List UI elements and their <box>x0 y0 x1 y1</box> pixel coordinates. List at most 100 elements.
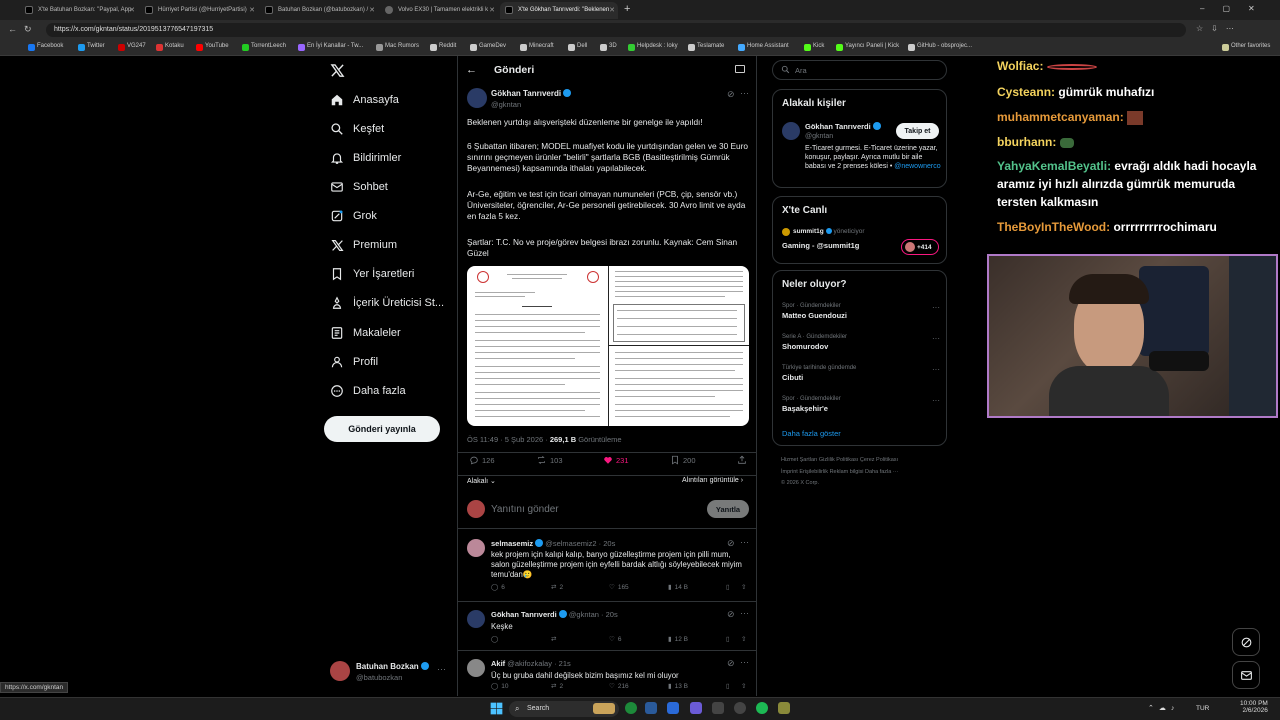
bookmark-item[interactable]: Minecraft <box>520 43 554 51</box>
browser-tab[interactable]: X'te Batuhan Bozkan: "Paypal, App ✕ <box>20 2 138 19</box>
taskbar-search[interactable]: ⌕ Search <box>509 701 619 717</box>
close-icon[interactable]: ✕ <box>129 6 135 14</box>
bookmark-item[interactable]: Teslamate <box>688 43 724 51</box>
messages-float-button[interactable] <box>1232 661 1260 689</box>
reply-item[interactable]: Gökhan Tanrıverdi @gkntan · 20s ⊘ ··· Ke… <box>458 602 756 652</box>
reader-icon[interactable] <box>735 65 745 73</box>
more-icon[interactable]: ··· <box>437 664 446 674</box>
grok-icon[interactable]: ⊘ <box>727 89 735 100</box>
nav-notifications[interactable]: Bildirimler <box>330 147 401 169</box>
reply-button[interactable]: Yanıtla <box>707 500 749 518</box>
follow-button[interactable]: Takip et <box>896 123 939 139</box>
bookmark-item[interactable]: Facebook <box>28 43 63 51</box>
bookmark-item[interactable]: TorrentLeech <box>242 43 286 51</box>
document-image-2[interactable] <box>609 266 749 345</box>
back-arrow-icon[interactable]: ← <box>466 64 477 76</box>
bookmark-item[interactable]: Reddit <box>430 43 456 51</box>
reply-avatar[interactable] <box>467 539 485 557</box>
nav-grok[interactable]: Grok <box>330 205 377 227</box>
person-name[interactable]: Gökhan Tanrıverdi <box>805 122 881 131</box>
share-icon[interactable]: ⇧ <box>741 682 746 690</box>
like-action[interactable]: ♡ 6 <box>609 635 621 644</box>
reply-item[interactable]: Akif @akifozkalay · 21s ⊘ ··· Üç bu grub… <box>458 651 756 696</box>
nav-bookmarks[interactable]: Yer İşaretleri <box>330 263 414 285</box>
close-icon[interactable]: ✕ <box>369 6 375 14</box>
nav-chat[interactable]: Sohbet <box>330 176 388 198</box>
app-icon[interactable] <box>667 702 679 714</box>
footer-links[interactable]: Hizmet Şartları Gizlilik Politikası Çere… <box>781 457 898 463</box>
refresh-icon[interactable]: ↻ <box>24 24 32 35</box>
views-action[interactable]: ▮ 12 B <box>668 635 688 644</box>
bookmark-item[interactable]: Twitter <box>78 43 105 51</box>
bookmark-item[interactable]: Yayıncı Paneli | Kick <box>836 43 899 51</box>
trend-item[interactable]: Türkiye tarihinde gündemde Cibuti ··· <box>782 365 940 382</box>
more-icon[interactable]: ··· <box>740 88 749 98</box>
nav-creator-studio[interactable]: İçerik Üreticisi St... <box>330 292 444 314</box>
reply-item[interactable]: selmasemiz @selmasemiz2 · 20s ⊘ ··· kek … <box>458 529 756 603</box>
browser-tab[interactable]: Batuhan Bozkan (@batubozkan) / ✕ <box>260 2 378 19</box>
account-switcher[interactable]: Batuhan Bozkan @batubozkan ··· <box>330 661 450 685</box>
nav-more[interactable]: Daha fazla <box>330 380 406 402</box>
bookmark-item[interactable]: Home Assistant <box>738 43 789 51</box>
bookmark-item[interactable]: Mac Rumors <box>376 43 419 51</box>
repost-action[interactable]: ⇄ 2 <box>551 583 563 592</box>
more-icon[interactable]: ··· <box>932 303 940 312</box>
reply-action[interactable]: ◯ 6 <box>491 583 505 592</box>
discord-icon[interactable] <box>690 702 702 714</box>
bookmark-item[interactable]: 3D <box>600 43 617 51</box>
nav-premium[interactable]: Premium <box>330 234 397 256</box>
reply-action[interactable]: ◯ 10 <box>491 682 509 691</box>
live-card[interactable]: X'te Canlı summit1g yöneticiyor Gaming -… <box>772 196 947 264</box>
bookmark-item[interactable]: Kick <box>804 43 824 51</box>
document-image-3[interactable] <box>609 346 749 426</box>
search-box[interactable]: Ara <box>772 60 947 80</box>
close-icon[interactable]: ✕ <box>249 6 255 14</box>
share-icon[interactable] <box>737 455 747 465</box>
more-icon[interactable]: ··· <box>740 537 749 547</box>
more-icon[interactable]: ··· <box>740 608 749 618</box>
grok-float-button[interactable] <box>1232 628 1260 656</box>
new-tab-button[interactable]: + <box>624 3 630 15</box>
post-media[interactable] <box>467 266 749 426</box>
close-icon[interactable]: ✕ <box>609 6 615 14</box>
bookmark-item[interactable]: Helpdesk : loky <box>628 43 678 51</box>
more-icon[interactable]: ··· <box>932 334 940 343</box>
browser-toolbar-icons[interactable]: ☆⇩⋯ <box>1196 24 1242 33</box>
share-icon[interactable]: ⇧ <box>741 635 746 643</box>
view-quotes-link[interactable]: Alıntıları görüntüle › <box>682 477 743 484</box>
more-icon[interactable]: ··· <box>932 396 940 405</box>
bookmark-item[interactable]: Dell <box>568 43 587 51</box>
grok-icon[interactable]: ⊘ <box>727 658 735 669</box>
nav-explore[interactable]: Keşfet <box>330 118 384 140</box>
nav-profile[interactable]: Profil <box>330 351 378 373</box>
views-action[interactable]: ▮ 14 B <box>668 583 688 592</box>
footer-links[interactable]: İmprint Erişilebilirlik Reklam bilgisi D… <box>781 469 898 475</box>
like-action[interactable]: 231 <box>603 455 629 465</box>
sort-relevant[interactable]: Alakalı ⌄ <box>467 477 496 485</box>
bookmark-action[interactable]: 200 <box>670 455 696 465</box>
trend-item[interactable]: Serie A · Gündemdekiler Shomurodov ··· <box>782 334 940 351</box>
bookmark-icon[interactable]: ▯ <box>726 583 730 591</box>
person-link[interactable]: @newownerco <box>894 163 940 170</box>
bookmark-item[interactable]: En İyi Kanallar - Tw... <box>298 43 363 51</box>
repost-action[interactable]: ⇄ <box>551 635 559 643</box>
close-icon[interactable]: ✕ <box>489 6 495 14</box>
obs-icon[interactable] <box>712 702 724 714</box>
browser-tab-active[interactable]: X'te Gökhan Tanrıverdi: "Beklenen ✕ <box>500 2 618 19</box>
search-input[interactable]: Ara <box>795 66 807 75</box>
repost-action[interactable]: ⇄ 2 <box>551 682 563 691</box>
person-avatar[interactable] <box>782 122 800 140</box>
browser-tab[interactable]: Hürriyet Partisi (@HurriyetPartisi) ✕ <box>140 2 258 19</box>
trend-item[interactable]: Spor · Gündemdekiler Başakşehir'e ··· <box>782 396 940 413</box>
reply-avatar[interactable] <box>467 659 485 677</box>
steam-icon[interactable] <box>645 702 657 714</box>
more-icon[interactable]: ··· <box>740 657 749 667</box>
edge-icon[interactable] <box>625 702 637 714</box>
grok-icon[interactable]: ⊘ <box>727 609 735 620</box>
bookmark-item[interactable]: VG247 <box>118 43 146 51</box>
grok-icon[interactable]: ⊘ <box>727 538 735 549</box>
like-action[interactable]: ♡ 216 <box>609 682 629 691</box>
bookmark-item[interactable]: YouTube <box>196 43 229 51</box>
window-controls[interactable]: –▢✕ <box>1200 4 1273 13</box>
show-more-link[interactable]: Daha fazla göster <box>782 429 841 438</box>
